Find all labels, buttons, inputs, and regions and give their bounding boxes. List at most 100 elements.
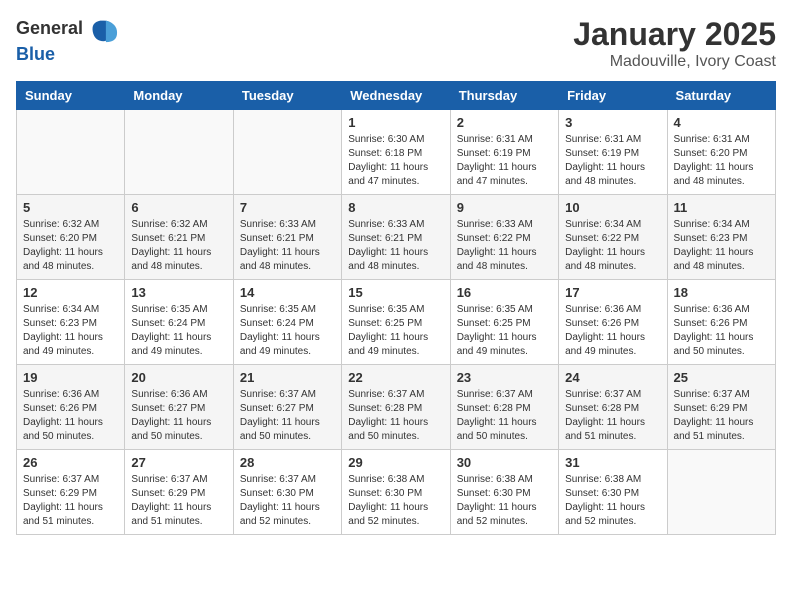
calendar-cell: 19Sunrise: 6:36 AM Sunset: 6:26 PM Dayli… <box>17 365 125 450</box>
day-number: 28 <box>240 455 335 470</box>
calendar-cell: 28 Sunrise: 6:37 AM Sunset: 6:30 PM Dayli… <box>233 450 341 535</box>
day-of-week-header: Thursday <box>450 82 558 110</box>
day-number: 15 <box>348 285 443 300</box>
day-info: Sunrise: 6:37 AM Sunset: 6:27 PM Dayligh… <box>240 388 335 444</box>
day-number: 24 <box>565 370 660 385</box>
day-number: 5 <box>23 200 118 215</box>
day-info: Sunrise: 6:37 AM Sunset: 6:28 PM Dayligh… <box>565 388 660 444</box>
day-number: 26 <box>23 455 118 470</box>
day-info: Sunrise: 6:35 AM Sunset: 6:24 PM Dayligh… <box>240 303 335 359</box>
day-info: Sunrise: 6:35 AM Sunset: 6:25 PM Dayligh… <box>457 303 552 359</box>
calendar-cell: 30 Sunrise: 6:38 AM Sunset: 6:30 PM Dayli… <box>450 450 558 535</box>
day-info: Sunrise: 6:36 AM Sunset: 6:26 PM Dayligh… <box>674 303 769 359</box>
day-number: 27 <box>131 455 226 470</box>
day-number: 30 <box>457 455 552 470</box>
calendar-cell: 2 Sunrise: 6:31 AM Sunset: 6:19 PM Daylig… <box>450 110 558 195</box>
location-title: Madouville, Ivory Coast <box>573 53 776 71</box>
calendar-week-row: 1 Sunrise: 6:30 AM Sunset: 6:18 PM Daylig… <box>17 110 776 195</box>
logo-blue: Blue <box>16 44 55 64</box>
day-info: Sunrise: 6:35 AM Sunset: 6:24 PM Dayligh… <box>131 303 226 359</box>
day-number: 12 <box>23 285 118 300</box>
calendar-cell: 31Sunrise: 6:38 AM Sunset: 6:30 PM Dayli… <box>559 450 667 535</box>
day-info: Sunrise: 6:31 AM Sunset: 6:20 PM Dayligh… <box>674 133 769 189</box>
calendar-cell: 1 Sunrise: 6:30 AM Sunset: 6:18 PM Daylig… <box>342 110 450 195</box>
calendar-header-row: SundayMondayTuesdayWednesdayThursdayFrid… <box>17 82 776 110</box>
logo-text: General Blue <box>16 16 118 65</box>
day-of-week-header: Sunday <box>17 82 125 110</box>
day-info: Sunrise: 6:33 AM Sunset: 6:21 PM Dayligh… <box>348 218 443 274</box>
day-info: Sunrise: 6:36 AM Sunset: 6:26 PM Dayligh… <box>565 303 660 359</box>
day-number: 22 <box>348 370 443 385</box>
calendar-cell: 5Sunrise: 6:32 AM Sunset: 6:20 PM Daylig… <box>17 195 125 280</box>
day-number: 25 <box>674 370 769 385</box>
day-number: 10 <box>565 200 660 215</box>
day-number: 31 <box>565 455 660 470</box>
day-number: 8 <box>348 200 443 215</box>
calendar-cell: 23 Sunrise: 6:37 AM Sunset: 6:28 PM Dayli… <box>450 365 558 450</box>
day-number: 2 <box>457 115 552 130</box>
calendar-cell: 17 Sunrise: 6:36 AM Sunset: 6:26 PM Dayli… <box>559 280 667 365</box>
calendar-cell: 14Sunrise: 6:35 AM Sunset: 6:24 PM Dayli… <box>233 280 341 365</box>
calendar-cell: 3 Sunrise: 6:31 AM Sunset: 6:19 PM Daylig… <box>559 110 667 195</box>
calendar-cell: 16Sunrise: 6:35 AM Sunset: 6:25 PM Dayli… <box>450 280 558 365</box>
calendar-table: SundayMondayTuesdayWednesdayThursdayFrid… <box>16 81 776 535</box>
day-number: 21 <box>240 370 335 385</box>
day-number: 11 <box>674 200 769 215</box>
day-info: Sunrise: 6:35 AM Sunset: 6:25 PM Dayligh… <box>348 303 443 359</box>
calendar-cell: 12 Sunrise: 6:34 AM Sunset: 6:23 PM Dayli… <box>17 280 125 365</box>
title-block: January 2025 Madouville, Ivory Coast <box>573 16 776 71</box>
day-info: Sunrise: 6:32 AM Sunset: 6:21 PM Dayligh… <box>131 218 226 274</box>
day-info: Sunrise: 6:30 AM Sunset: 6:18 PM Dayligh… <box>348 133 443 189</box>
calendar-cell: 4 Sunrise: 6:31 AM Sunset: 6:20 PM Daylig… <box>667 110 775 195</box>
day-info: Sunrise: 6:37 AM Sunset: 6:30 PM Dayligh… <box>240 473 335 529</box>
calendar-cell: 26Sunrise: 6:37 AM Sunset: 6:29 PM Dayli… <box>17 450 125 535</box>
calendar-cell: 21 Sunrise: 6:37 AM Sunset: 6:27 PM Dayli… <box>233 365 341 450</box>
calendar-cell <box>233 110 341 195</box>
calendar-cell <box>125 110 233 195</box>
day-info: Sunrise: 6:38 AM Sunset: 6:30 PM Dayligh… <box>457 473 552 529</box>
day-info: Sunrise: 6:37 AM Sunset: 6:29 PM Dayligh… <box>131 473 226 529</box>
calendar-cell: 25Sunrise: 6:37 AM Sunset: 6:29 PM Dayli… <box>667 365 775 450</box>
day-number: 4 <box>674 115 769 130</box>
day-number: 3 <box>565 115 660 130</box>
calendar-cell: 27 Sunrise: 6:37 AM Sunset: 6:29 PM Dayli… <box>125 450 233 535</box>
calendar-cell: 29Sunrise: 6:38 AM Sunset: 6:30 PM Dayli… <box>342 450 450 535</box>
day-number: 1 <box>348 115 443 130</box>
day-info: Sunrise: 6:34 AM Sunset: 6:22 PM Dayligh… <box>565 218 660 274</box>
day-of-week-header: Saturday <box>667 82 775 110</box>
calendar-cell: 24 Sunrise: 6:37 AM Sunset: 6:28 PM Dayli… <box>559 365 667 450</box>
day-info: Sunrise: 6:31 AM Sunset: 6:19 PM Dayligh… <box>565 133 660 189</box>
calendar-cell: 15 Sunrise: 6:35 AM Sunset: 6:25 PM Dayli… <box>342 280 450 365</box>
logo: General Blue <box>16 16 118 65</box>
day-info: Sunrise: 6:34 AM Sunset: 6:23 PM Dayligh… <box>23 303 118 359</box>
day-number: 7 <box>240 200 335 215</box>
day-of-week-header: Tuesday <box>233 82 341 110</box>
page-header: General Blue January 2025 Madouville, Iv… <box>16 16 776 71</box>
day-number: 17 <box>565 285 660 300</box>
calendar-cell: 13 Sunrise: 6:35 AM Sunset: 6:24 PM Dayli… <box>125 280 233 365</box>
calendar-cell <box>667 450 775 535</box>
day-number: 18 <box>674 285 769 300</box>
day-of-week-header: Friday <box>559 82 667 110</box>
day-number: 9 <box>457 200 552 215</box>
logo-general: General <box>16 18 83 38</box>
day-info: Sunrise: 6:36 AM Sunset: 6:27 PM Dayligh… <box>131 388 226 444</box>
calendar-week-row: 5Sunrise: 6:32 AM Sunset: 6:20 PM Daylig… <box>17 195 776 280</box>
calendar-cell: 22Sunrise: 6:37 AM Sunset: 6:28 PM Dayli… <box>342 365 450 450</box>
calendar-cell: 11Sunrise: 6:34 AM Sunset: 6:23 PM Dayli… <box>667 195 775 280</box>
day-number: 20 <box>131 370 226 385</box>
day-of-week-header: Wednesday <box>342 82 450 110</box>
day-info: Sunrise: 6:31 AM Sunset: 6:19 PM Dayligh… <box>457 133 552 189</box>
logo-icon <box>90 16 118 44</box>
calendar-cell: 8 Sunrise: 6:33 AM Sunset: 6:21 PM Daylig… <box>342 195 450 280</box>
day-number: 6 <box>131 200 226 215</box>
day-of-week-header: Monday <box>125 82 233 110</box>
day-number: 23 <box>457 370 552 385</box>
calendar-cell: 10 Sunrise: 6:34 AM Sunset: 6:22 PM Dayli… <box>559 195 667 280</box>
day-info: Sunrise: 6:36 AM Sunset: 6:26 PM Dayligh… <box>23 388 118 444</box>
day-number: 13 <box>131 285 226 300</box>
day-info: Sunrise: 6:33 AM Sunset: 6:21 PM Dayligh… <box>240 218 335 274</box>
day-info: Sunrise: 6:37 AM Sunset: 6:28 PM Dayligh… <box>457 388 552 444</box>
day-info: Sunrise: 6:38 AM Sunset: 6:30 PM Dayligh… <box>348 473 443 529</box>
calendar-cell: 6 Sunrise: 6:32 AM Sunset: 6:21 PM Daylig… <box>125 195 233 280</box>
